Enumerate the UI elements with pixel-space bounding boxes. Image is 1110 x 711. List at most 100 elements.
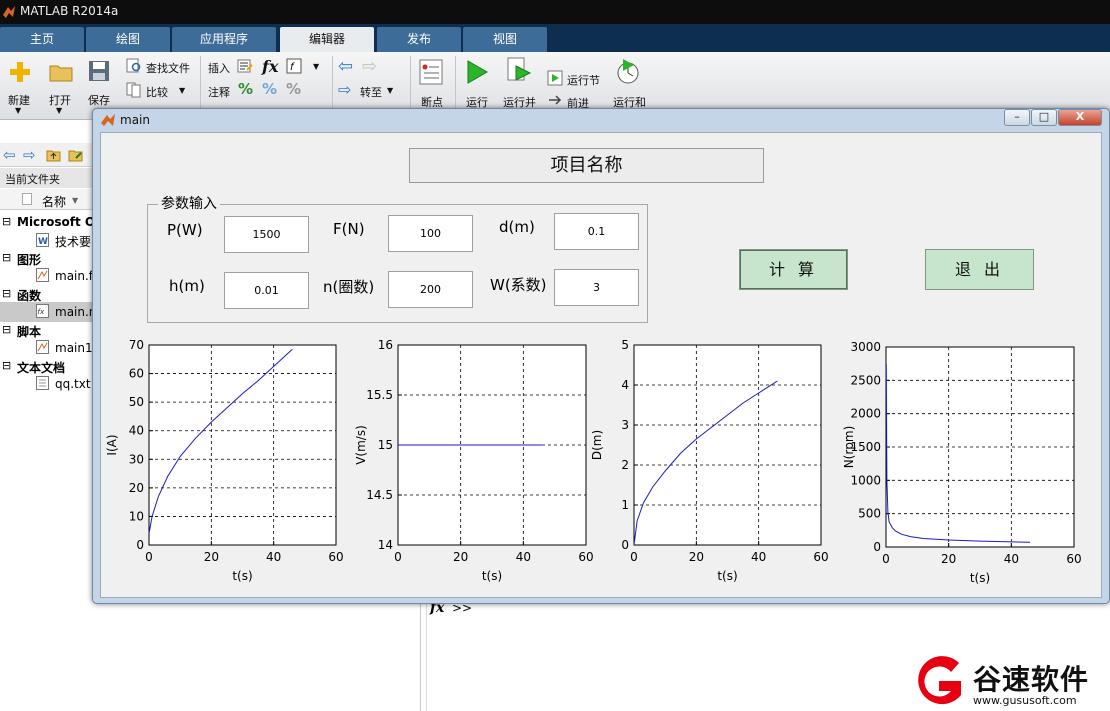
y-tick-label: 500	[858, 507, 881, 521]
run-and-advance-icon	[507, 57, 532, 81]
maximize-button[interactable]: □	[1031, 109, 1057, 126]
compare-icon	[126, 82, 141, 98]
exit-button[interactable]: 退 出	[925, 249, 1034, 290]
param-label-p: P(W)	[167, 221, 203, 239]
tab-apps[interactable]: 应用程序	[172, 27, 276, 52]
tab-view[interactable]: 视图	[463, 27, 547, 52]
y-tick-label: 3	[621, 418, 629, 432]
collapse-icon[interactable]: ⊟	[2, 287, 11, 300]
group-scripts[interactable]: 脚本	[17, 323, 41, 340]
open-dropdown-arrow-icon[interactable]: ▼	[56, 106, 62, 115]
plot-area	[149, 345, 336, 545]
param-input-h[interactable]: 0.01	[224, 272, 309, 309]
app-title: MATLAB R2014a	[20, 4, 119, 18]
file-item-doc[interactable]: 技术要	[55, 233, 91, 250]
y-tick-label: 2	[621, 458, 629, 472]
y-axis-label: I(A)	[105, 434, 119, 455]
x-tick-label: 20	[453, 550, 468, 564]
y-tick-label: 3000	[850, 340, 881, 354]
y-tick-label: 2000	[850, 407, 881, 421]
y-tick-label: 50	[129, 395, 144, 409]
brand-url: www.gususoft.com	[973, 694, 1077, 707]
folder-back-icon[interactable]: ⇦	[3, 146, 16, 164]
y-tick-label: 14	[378, 538, 393, 552]
file-item-script[interactable]: main1	[55, 341, 93, 355]
param-input-f[interactable]: 100	[388, 215, 473, 252]
insert-dropdown-arrow-icon[interactable]: ▼	[313, 62, 319, 71]
param-group-title: 参数输入	[158, 193, 220, 213]
run-and-time-icon	[617, 59, 639, 84]
comment-button[interactable]: 注释	[208, 84, 230, 100]
run-section-button[interactable]: 运行节	[567, 72, 600, 88]
x-axis-label: t(s)	[232, 569, 252, 583]
param-input-d[interactable]: 0.1	[554, 213, 639, 250]
new-dropdown-arrow-icon[interactable]: ▼	[15, 106, 21, 115]
sort-arrow-icon[interactable]: ▼	[72, 196, 78, 205]
y-tick-label: 30	[129, 452, 144, 466]
uncomment-icon[interactable]: %	[262, 80, 277, 98]
goto-button[interactable]: 转至	[360, 84, 382, 100]
browse-folder-icon[interactable]	[68, 149, 83, 162]
tab-plots[interactable]: 绘图	[86, 27, 170, 52]
current-folder-label: 当前文件夹	[0, 168, 92, 188]
x-tick-label: 60	[1066, 552, 1081, 566]
find-files-button[interactable]: 查找文件	[146, 60, 190, 76]
matlab-logo-icon	[3, 6, 15, 18]
plot-current: 0 20 40 60 0 10 20 30 40 50 60 70 t(s) I(A)	[105, 338, 344, 583]
collapse-icon[interactable]: ⊟	[2, 215, 11, 228]
y-tick-label: 4	[621, 378, 629, 392]
back-arrow-icon[interactable]: ⇦	[338, 56, 353, 77]
folder-forward-icon[interactable]: ⇨	[23, 146, 36, 164]
group-microsoft-office[interactable]: Microsoft Of	[17, 215, 100, 229]
insert-button[interactable]: 插入	[208, 60, 230, 76]
y-tick-label: 15.5	[366, 388, 393, 402]
tab-publish[interactable]: 发布	[377, 27, 461, 52]
command-gutter	[426, 600, 427, 711]
save-button[interactable]: 保存	[88, 92, 110, 108]
x-tick-label: 0	[882, 552, 890, 566]
x-tick-label: 20	[204, 550, 219, 564]
insert-function-icon[interactable]: fx	[262, 57, 278, 76]
goto-dropdown-arrow-icon[interactable]: ▼	[387, 86, 393, 95]
x-tick-label: 0	[145, 550, 153, 564]
group-text-documents[interactable]: 文本文档	[17, 359, 65, 376]
compare-dropdown-arrow-icon[interactable]: ▼	[179, 86, 185, 95]
matlab-logo-icon	[101, 114, 115, 126]
y-tick-label: 14.5	[366, 488, 393, 502]
minimize-button[interactable]: –	[1004, 109, 1030, 126]
collapse-icon[interactable]: ⊟	[2, 323, 11, 336]
x-tick-label: 20	[689, 550, 704, 564]
goto-arrow-icon[interactable]: ⇨	[338, 80, 351, 99]
tab-editor[interactable]: 编辑器	[280, 27, 374, 52]
app-titlebar	[0, 0, 1110, 24]
param-input-w[interactable]: 3	[554, 269, 639, 306]
calculate-button[interactable]: 计 算	[739, 249, 848, 290]
svg-text:fx: fx	[38, 308, 45, 316]
save-disk-icon	[89, 61, 109, 81]
file-item-txt[interactable]: qq.txt	[55, 377, 91, 391]
window-title: main	[120, 113, 150, 127]
project-title: 项目名称	[409, 148, 764, 183]
group-figures[interactable]: 图形	[17, 251, 41, 268]
param-input-p[interactable]: 1500	[224, 216, 309, 253]
y-tick-label: 15	[378, 438, 393, 452]
x-tick-label: 40	[266, 550, 281, 564]
name-column-header[interactable]: 名称	[42, 193, 66, 210]
insert-text-icon[interactable]	[237, 58, 253, 74]
close-button[interactable]: X	[1058, 109, 1102, 126]
script-file-icon	[36, 340, 49, 354]
wrap-comments-icon[interactable]: %	[286, 80, 301, 98]
collapse-icon[interactable]: ⊟	[2, 251, 11, 264]
comment-percent-icon[interactable]: %	[238, 80, 253, 98]
y-tick-label: 0	[873, 540, 881, 554]
param-input-n[interactable]: 200	[388, 271, 473, 308]
plot-velocity: 0 20 40 601414.51515.516t(s)V(m/s)	[354, 338, 594, 583]
tab-home[interactable]: 主页	[0, 27, 84, 52]
forward-arrow-icon[interactable]: ⇨	[362, 56, 377, 77]
insert-section-icon[interactable]: f	[286, 58, 302, 74]
collapse-icon[interactable]: ⊟	[2, 359, 11, 372]
file-item-fig[interactable]: main.fi	[55, 269, 96, 283]
x-tick-label: 0	[394, 550, 402, 564]
folder-up-icon[interactable]	[46, 149, 61, 162]
compare-button[interactable]: 比较	[146, 84, 168, 100]
